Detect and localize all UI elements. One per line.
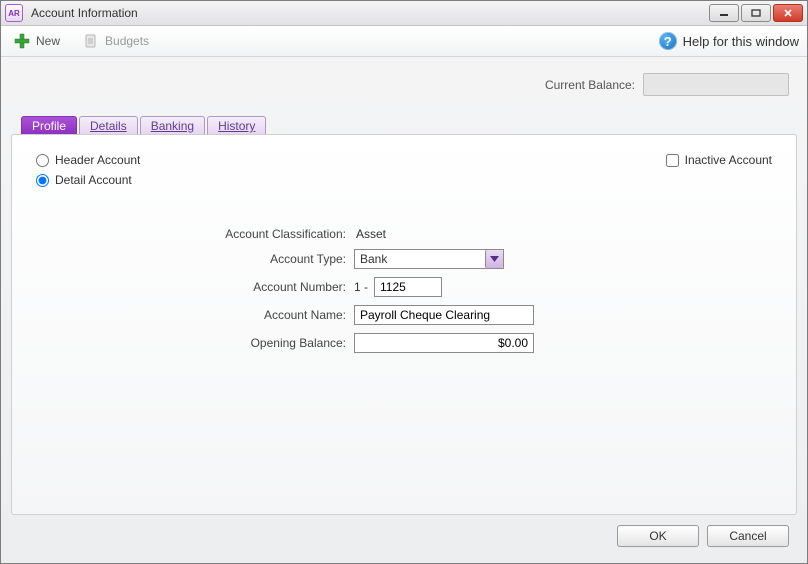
tab-history[interactable]: History xyxy=(207,116,266,135)
tab-details[interactable]: Details xyxy=(79,116,138,135)
app-icon: AR xyxy=(5,4,23,22)
opening-balance-label: Opening Balance: xyxy=(36,336,346,350)
profile-panel: Header Account Detail Account Inactive A… xyxy=(11,134,797,515)
current-balance-label: Current Balance: xyxy=(545,78,635,92)
account-information-window: AR Account Information xyxy=(0,0,808,564)
titlebar: AR Account Information xyxy=(1,1,807,26)
classification-value: Asset xyxy=(354,227,772,241)
detail-account-radio-input[interactable] xyxy=(36,174,49,187)
current-balance-value xyxy=(643,73,789,96)
ok-button[interactable]: OK xyxy=(617,525,699,547)
account-number-prefix: 1 - xyxy=(354,280,368,294)
account-type-radio-group: Header Account Detail Account xyxy=(36,153,140,187)
content-area: Current Balance: Profile Details Banking… xyxy=(1,57,807,563)
plus-icon xyxy=(13,32,31,50)
header-account-radio-label: Header Account xyxy=(55,153,140,167)
top-row: Header Account Detail Account Inactive A… xyxy=(36,153,772,187)
minimize-button[interactable] xyxy=(709,4,739,22)
account-name-input[interactable] xyxy=(354,305,534,325)
new-button[interactable]: New xyxy=(9,30,64,52)
maximize-button[interactable] xyxy=(741,4,771,22)
account-type-label: Account Type: xyxy=(36,252,346,266)
budgets-label: Budgets xyxy=(105,34,149,48)
account-type-select-value: Bank xyxy=(355,252,485,266)
form-grid: Account Classification: Asset Account Ty… xyxy=(36,227,772,353)
button-row: OK Cancel xyxy=(11,515,797,553)
window-controls xyxy=(709,4,803,22)
chevron-down-icon[interactable] xyxy=(485,250,503,268)
new-label: New xyxy=(36,34,60,48)
header-account-radio-input[interactable] xyxy=(36,154,49,167)
budgets-button[interactable]: Budgets xyxy=(78,30,153,52)
window-title: Account Information xyxy=(29,6,703,20)
inactive-account-checkbox[interactable]: Inactive Account xyxy=(666,153,772,167)
account-name-label: Account Name: xyxy=(36,308,346,322)
current-balance-row: Current Balance: xyxy=(11,67,797,116)
account-number-input[interactable] xyxy=(374,277,442,297)
detail-account-radio[interactable]: Detail Account xyxy=(36,173,140,187)
detail-account-radio-label: Detail Account xyxy=(55,173,132,187)
help-label: Help for this window xyxy=(683,34,799,49)
tab-profile[interactable]: Profile xyxy=(21,116,77,135)
classification-label: Account Classification: xyxy=(36,227,346,241)
help-link[interactable]: ? Help for this window xyxy=(659,32,799,50)
close-icon xyxy=(783,9,793,17)
inactive-account-checkbox-input[interactable] xyxy=(666,154,679,167)
account-number-label: Account Number: xyxy=(36,280,346,294)
tab-banking[interactable]: Banking xyxy=(140,116,205,135)
cancel-button[interactable]: Cancel xyxy=(707,525,789,547)
header-account-radio[interactable]: Header Account xyxy=(36,153,140,167)
tabstrip: Profile Details Banking History xyxy=(21,116,797,135)
opening-balance-input[interactable] xyxy=(354,333,534,353)
maximize-icon xyxy=(751,9,761,17)
toolbar: New Budgets ? Help for this window xyxy=(1,26,807,57)
help-icon: ? xyxy=(659,32,677,50)
minimize-icon xyxy=(719,9,729,17)
close-button[interactable] xyxy=(773,4,803,22)
inactive-account-checkbox-label: Inactive Account xyxy=(685,153,772,167)
account-type-select[interactable]: Bank xyxy=(354,249,504,269)
document-icon xyxy=(82,32,100,50)
